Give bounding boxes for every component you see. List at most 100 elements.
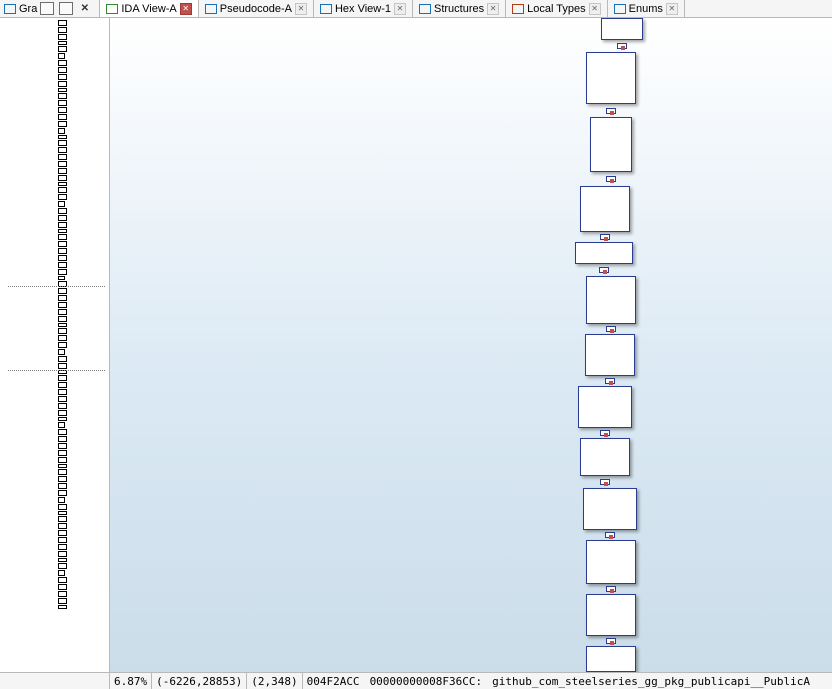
graph-node[interactable]: [586, 594, 636, 636]
overview-node: [58, 396, 67, 402]
graph-node[interactable]: [580, 438, 630, 476]
graph-node[interactable]: [578, 386, 632, 428]
graph-connector: [600, 479, 610, 485]
tab-enums[interactable]: Enums✕: [608, 0, 685, 17]
tab-close-icon[interactable]: ✕: [666, 3, 678, 15]
status-coords-2: (2,348): [247, 673, 302, 689]
overview-node: [58, 114, 67, 120]
overview-node: [58, 241, 67, 247]
graph-node[interactable]: [583, 488, 637, 530]
overview-node: [58, 194, 67, 200]
overview-node: [58, 316, 67, 322]
overview-node: [58, 147, 67, 153]
tab-close-icon[interactable]: ✕: [180, 3, 192, 15]
overview-node: [58, 328, 67, 334]
overview-viewport-top: [8, 286, 105, 287]
overview-node: [58, 175, 67, 181]
overview-node: [58, 436, 67, 442]
graph-connector: [605, 532, 615, 538]
tab-pseudocode-a[interactable]: Pseudocode-A✕: [199, 0, 314, 17]
graph-connector: [599, 267, 609, 273]
overview-node: [58, 161, 67, 167]
overview-node: [58, 363, 67, 369]
overview-btn-2[interactable]: [59, 2, 73, 15]
status-addr-2: 00000000008F36CC:: [370, 675, 483, 688]
overview-node-column: [58, 20, 68, 610]
tab-close-icon[interactable]: ✕: [394, 3, 406, 15]
graph-node[interactable]: [586, 276, 636, 324]
tab-structures[interactable]: Structures✕: [413, 0, 506, 17]
overview-node: [58, 93, 67, 99]
overview-node: [58, 450, 67, 456]
overview-node: [58, 215, 67, 221]
tab-label: Local Types: [527, 3, 586, 15]
tab-hex-view-1[interactable]: Hex View-1✕: [314, 0, 413, 17]
overview-node: [58, 27, 67, 33]
graph-overview-panel[interactable]: [0, 18, 110, 672]
overview-node: [58, 410, 67, 416]
overview-node: [58, 598, 67, 604]
graph-node[interactable]: [585, 334, 635, 376]
overview-node: [58, 41, 67, 45]
overview-node: [58, 375, 67, 381]
graph-node[interactable]: [586, 540, 636, 584]
status-zoom: 6.87%: [110, 673, 152, 689]
overview-node: [58, 389, 67, 395]
overview-close-icon[interactable]: ✕: [78, 2, 91, 15]
tab-icon: [419, 4, 431, 14]
tab-close-icon[interactable]: ✕: [589, 3, 601, 15]
ida-graph-view[interactable]: [110, 18, 832, 672]
overview-node: [58, 342, 67, 348]
overview-node: [58, 605, 67, 609]
status-addr-1: 004F2ACC: [307, 675, 360, 688]
tab-label: Structures: [434, 3, 484, 15]
graph-connector: [606, 326, 616, 332]
overview-node: [58, 295, 67, 301]
tab-ida-view-a[interactable]: IDA View-A ✕: [100, 0, 198, 17]
overview-node: [58, 208, 67, 214]
status-symbol: github_com_steelseries_gg_pkg_publicapi_…: [492, 675, 810, 688]
graph-node[interactable]: [601, 18, 643, 40]
graph-node[interactable]: [586, 52, 636, 104]
graph-node[interactable]: [575, 242, 633, 264]
tab-close-icon[interactable]: ✕: [487, 3, 499, 15]
graph-node[interactable]: [580, 186, 630, 232]
overview-node: [58, 577, 67, 583]
overview-node: [58, 234, 67, 240]
overview-node: [58, 309, 67, 315]
overview-node: [58, 168, 67, 174]
overview-node: [58, 81, 67, 87]
overview-node: [58, 288, 67, 294]
status-address: 004F2ACC 00000000008F36CC: github_com_st…: [303, 673, 832, 689]
tab-label: Enums: [629, 3, 663, 15]
status-coords-1: (-6226,28853): [152, 673, 247, 689]
graph-node[interactable]: [590, 117, 632, 172]
graph-connector: [606, 586, 616, 592]
graph-connector: [617, 43, 627, 49]
tab-icon: [320, 4, 332, 14]
overview-btn-1[interactable]: [40, 2, 54, 15]
tab-label: IDA View-A: [121, 3, 176, 15]
overview-node: [58, 229, 67, 233]
overview-node: [58, 591, 67, 597]
tab-icon: [614, 4, 626, 14]
overview-node: [58, 140, 67, 146]
overview-node: [58, 276, 65, 280]
overview-node: [58, 135, 67, 139]
status-bar: 6.87% (-6226,28853) (2,348) 004F2ACC 000…: [0, 672, 832, 689]
status-spacer: [0, 673, 110, 689]
overview-node: [58, 563, 67, 569]
graph-node[interactable]: [586, 646, 636, 672]
tab-icon: [205, 4, 217, 14]
overview-node: [58, 537, 67, 543]
tab-label: Pseudocode-A: [220, 3, 292, 15]
tab-close-icon[interactable]: ✕: [295, 3, 307, 15]
tabstrip: Gra ✕ IDA View-A✕Pseudocode-A✕Hex View-1…: [0, 0, 832, 18]
overview-node: [58, 516, 67, 522]
overview-node: [58, 222, 67, 228]
graph-connector: [600, 430, 610, 436]
overview-node: [58, 53, 65, 59]
overview-node: [58, 182, 67, 186]
overview-node: [58, 302, 67, 308]
tab-local-types[interactable]: Local Types✕: [506, 0, 608, 17]
